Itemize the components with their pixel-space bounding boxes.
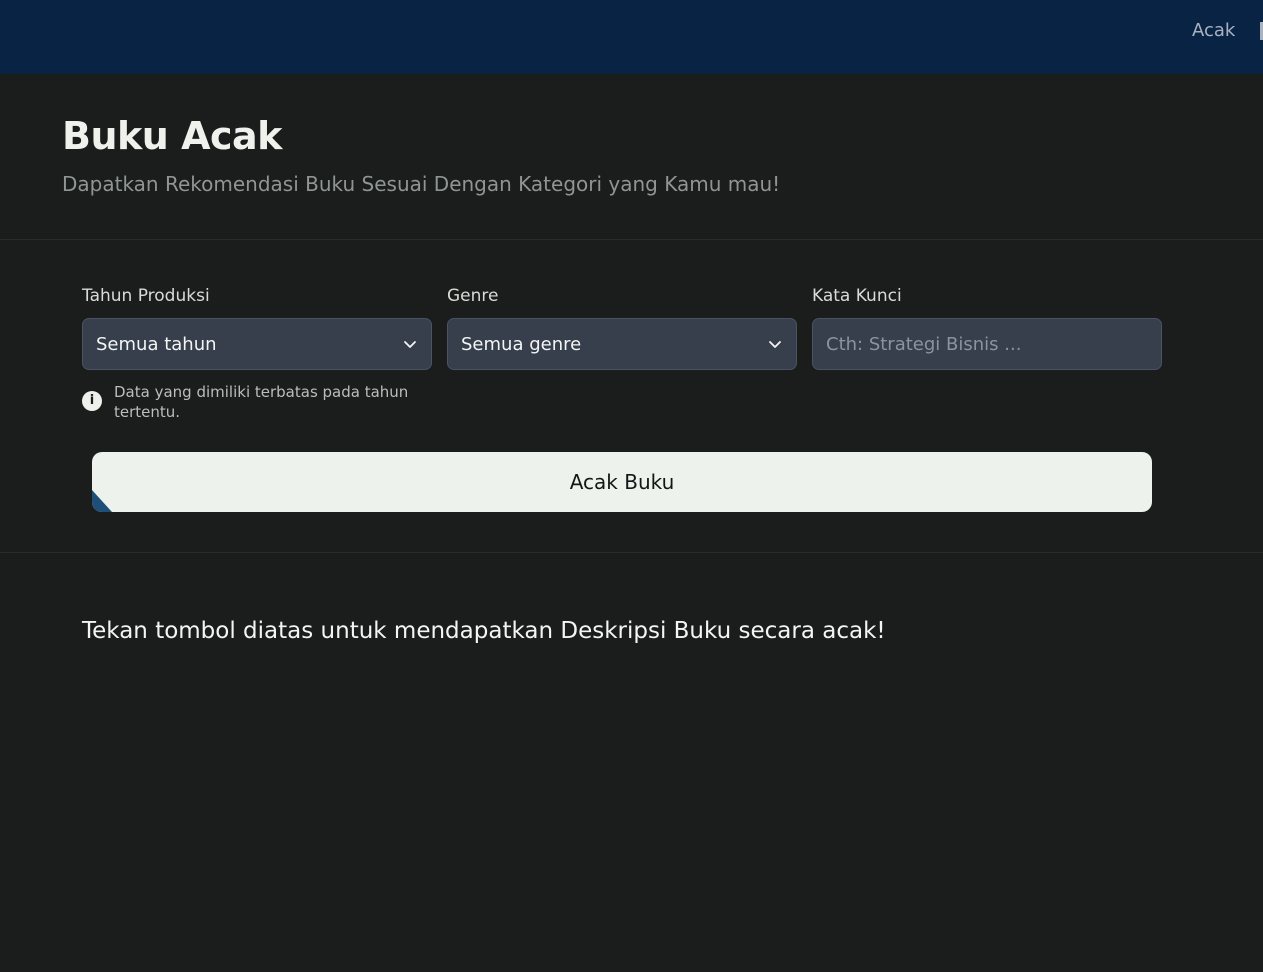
year-field: Tahun Produksi Semua tahun — [82, 286, 432, 370]
year-select-value: Semua tahun — [96, 333, 217, 355]
year-label: Tahun Produksi — [82, 286, 210, 306]
result-placeholder-message: Tekan tombol diatas untuk mendapatkan De… — [82, 618, 886, 644]
keyword-input[interactable] — [812, 318, 1162, 370]
top-navbar: Acak — [0, 0, 1263, 74]
page-title: Buku Acak — [62, 114, 282, 158]
data-limit-note: i Data yang dimiliki terbatas pada tahun… — [82, 382, 422, 422]
keyword-label: Kata Kunci — [812, 286, 902, 306]
genre-select-value: Semua genre — [461, 333, 582, 355]
nav-link-acak[interactable]: Acak — [1192, 20, 1235, 41]
note-text: Data yang dimiliki terbatas pada tahun t… — [114, 383, 409, 421]
chevron-down-icon — [769, 341, 781, 348]
genre-select[interactable]: Semua genre — [447, 318, 797, 370]
page-subtitle: Dapatkan Rekomendasi Buku Sesuai Dengan … — [62, 172, 781, 196]
year-select[interactable]: Semua tahun — [82, 318, 432, 370]
keyword-field: Kata Kunci — [812, 286, 1162, 370]
genre-field: Genre Semua genre — [447, 286, 797, 370]
genre-label: Genre — [447, 286, 499, 306]
hero-section: Buku Acak Dapatkan Rekomendasi Buku Sesu… — [0, 74, 1263, 240]
filter-form: Tahun Produksi Semua tahun Genre Semua g… — [0, 240, 1263, 553]
chevron-down-icon — [404, 341, 416, 348]
button-corner-accent — [92, 490, 112, 512]
acak-buku-button[interactable]: Acak Buku — [92, 452, 1152, 512]
info-icon: i — [82, 391, 102, 411]
acak-buku-button-label: Acak Buku — [569, 470, 675, 494]
